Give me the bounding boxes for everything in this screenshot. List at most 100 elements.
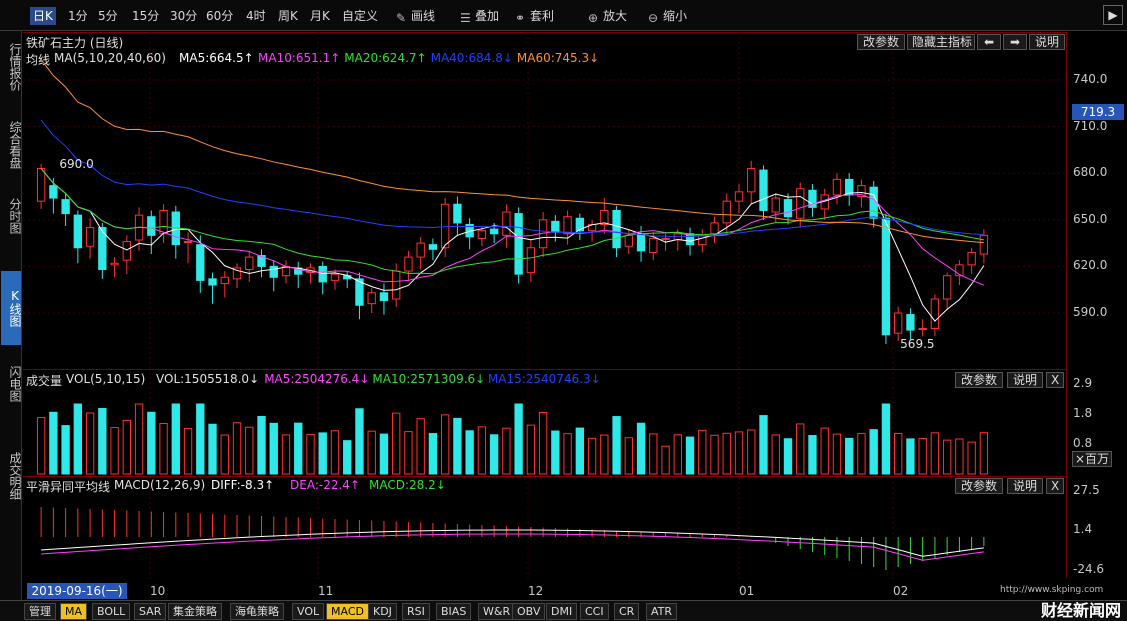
vol-bar-68 (869, 429, 878, 475)
toolbar-icon-10: ✎ (396, 11, 407, 25)
tab-11[interactable]: W&R (478, 603, 516, 620)
tab-15[interactable]: CR (614, 603, 640, 620)
candle-body-6 (110, 262, 119, 266)
price-tick-0: 740.0 (1073, 72, 1108, 86)
tab-16[interactable]: ATR (646, 603, 678, 620)
ma-line-MA40 (40, 119, 984, 238)
candle-body-19 (269, 265, 278, 278)
candle-body-3 (73, 214, 83, 249)
candle-body-76 (967, 251, 976, 266)
vol-bar-11 (171, 403, 180, 475)
vol-bar-56 (722, 432, 731, 475)
candle-body-62 (796, 188, 805, 219)
toolbar-item-12[interactable]: ⚭ 套利 (515, 7, 554, 25)
date-label-0: 10 (150, 584, 166, 598)
candle-body-23 (318, 265, 327, 283)
candle-body-2 (61, 199, 70, 215)
candle-body-69 (881, 217, 891, 336)
tab-14[interactable]: CCI (580, 603, 609, 620)
high-annotation: 690.0 (59, 157, 93, 171)
toolbar-label-12: 套利 (530, 9, 555, 23)
side-item-2[interactable]: 分时图 (1, 191, 22, 241)
toolbar-item-10[interactable]: ✎ 画线 (396, 7, 435, 25)
vol-bar-74 (942, 439, 952, 475)
candle-body-39 (514, 213, 523, 275)
candle-body-71 (906, 314, 915, 331)
vol-bar-9 (147, 411, 156, 475)
side-item-3[interactable]: K线图 (1, 271, 22, 345)
toolbar-item-5[interactable]: 60分 (206, 7, 233, 25)
vol-bar-37 (489, 434, 499, 475)
toolbar-item-11[interactable]: ☰ 叠加 (460, 7, 499, 25)
toolbar-item-9[interactable]: 自定义 (342, 7, 378, 25)
tab-1[interactable]: MA (60, 603, 88, 620)
toolbar-item-7[interactable]: 周K (278, 7, 298, 25)
candle-body-34 (453, 203, 462, 224)
tab-6[interactable]: VOL (292, 603, 325, 620)
vol-bar-63 (808, 435, 817, 475)
macd-tick-1: 1.4 (1073, 522, 1093, 536)
candle-body-10 (159, 209, 168, 235)
toolbar-item-6[interactable]: 4时 (246, 7, 266, 25)
collapse-button[interactable]: ▶ (1103, 5, 1123, 25)
tab-10[interactable]: BIAS (436, 603, 472, 620)
indicator-tabs: 管理 MA BOLL SAR 集金策略 海龟策略 VOL MACD KDJ RSI BIAS W&R O… (0, 600, 1127, 621)
toolbar-item-8[interactable]: 月K (310, 7, 330, 25)
side-item-4[interactable]: 闪电图 (1, 361, 22, 407)
low-annotation: 569.5 (900, 337, 934, 351)
vol-bar-20 (281, 434, 291, 475)
candle-body-17 (245, 256, 254, 271)
price-chart[interactable]: 690.0 569.5 (23, 32, 1066, 580)
candle-body-43 (563, 216, 572, 235)
toolbar-item-13[interactable]: ⊕ 放大 (588, 7, 627, 25)
vol-bar-27 (367, 430, 376, 475)
vol-bar-25 (343, 440, 352, 475)
vol-bar-42 (551, 430, 560, 475)
vol-bar-13 (196, 403, 205, 475)
candle-body-65 (832, 178, 842, 196)
toolbar-label-7: 周K (278, 9, 298, 23)
toolbar-item-4[interactable]: 30分 (170, 7, 197, 25)
tab-4[interactable]: 集金策略 (168, 603, 222, 620)
vol-bar-58 (747, 429, 756, 475)
selected-date: 2019-09-16(一) (27, 583, 127, 599)
toolbar-item-3[interactable]: 15分 (132, 7, 159, 25)
candle-body-49 (636, 233, 646, 252)
tab-7[interactable]: MACD (326, 603, 369, 620)
candle-body-56 (722, 200, 731, 224)
macd-tick-0: 27.5 (1073, 483, 1100, 497)
vol-bar-59 (759, 415, 768, 475)
tab-0[interactable]: 管理 (24, 603, 56, 620)
vol-bar-30 (404, 431, 413, 475)
vol-bar-8 (134, 403, 144, 475)
vol-bar-50 (649, 433, 658, 475)
tab-8[interactable]: KDJ (368, 603, 397, 620)
candle-body-55 (710, 222, 719, 235)
side-item-5[interactable]: 成交明细 (1, 441, 22, 511)
tab-3[interactable]: SAR (134, 603, 167, 620)
toolbar-item-14[interactable]: ⊖ 缩小 (648, 7, 687, 25)
toolbar-item-0[interactable]: 日K (30, 7, 56, 25)
toolbar-item-1[interactable]: 1分 (68, 7, 88, 25)
candle-body-38 (502, 211, 511, 236)
tab-5[interactable]: 海龟策略 (230, 603, 284, 620)
tab-2[interactable]: BOLL (92, 603, 131, 620)
tab-13[interactable]: DMI (546, 603, 578, 620)
side-item-0[interactable]: 行情报价 (1, 33, 22, 101)
tab-9[interactable]: RSI (402, 603, 430, 620)
candle-body-14 (208, 278, 217, 286)
macd-tick-2: -24.6 (1073, 562, 1105, 576)
tab-12[interactable]: OBV (512, 603, 546, 620)
vol-bar-72 (918, 437, 927, 475)
candle-body-42 (551, 220, 560, 233)
candle-body-59 (759, 169, 768, 211)
side-item-1[interactable]: 综合看盘 (1, 99, 22, 191)
vol-bar-32 (428, 433, 438, 475)
toolbar-item-2[interactable]: 5分 (98, 7, 118, 25)
vol-bar-44 (575, 427, 585, 475)
vol-bar-46 (600, 434, 609, 475)
vol-bar-24 (330, 430, 340, 475)
vol-tick-2: 0.8 (1073, 436, 1093, 450)
candle-body-15 (220, 276, 229, 284)
vol-tick-0: 2.9 (1073, 376, 1093, 390)
